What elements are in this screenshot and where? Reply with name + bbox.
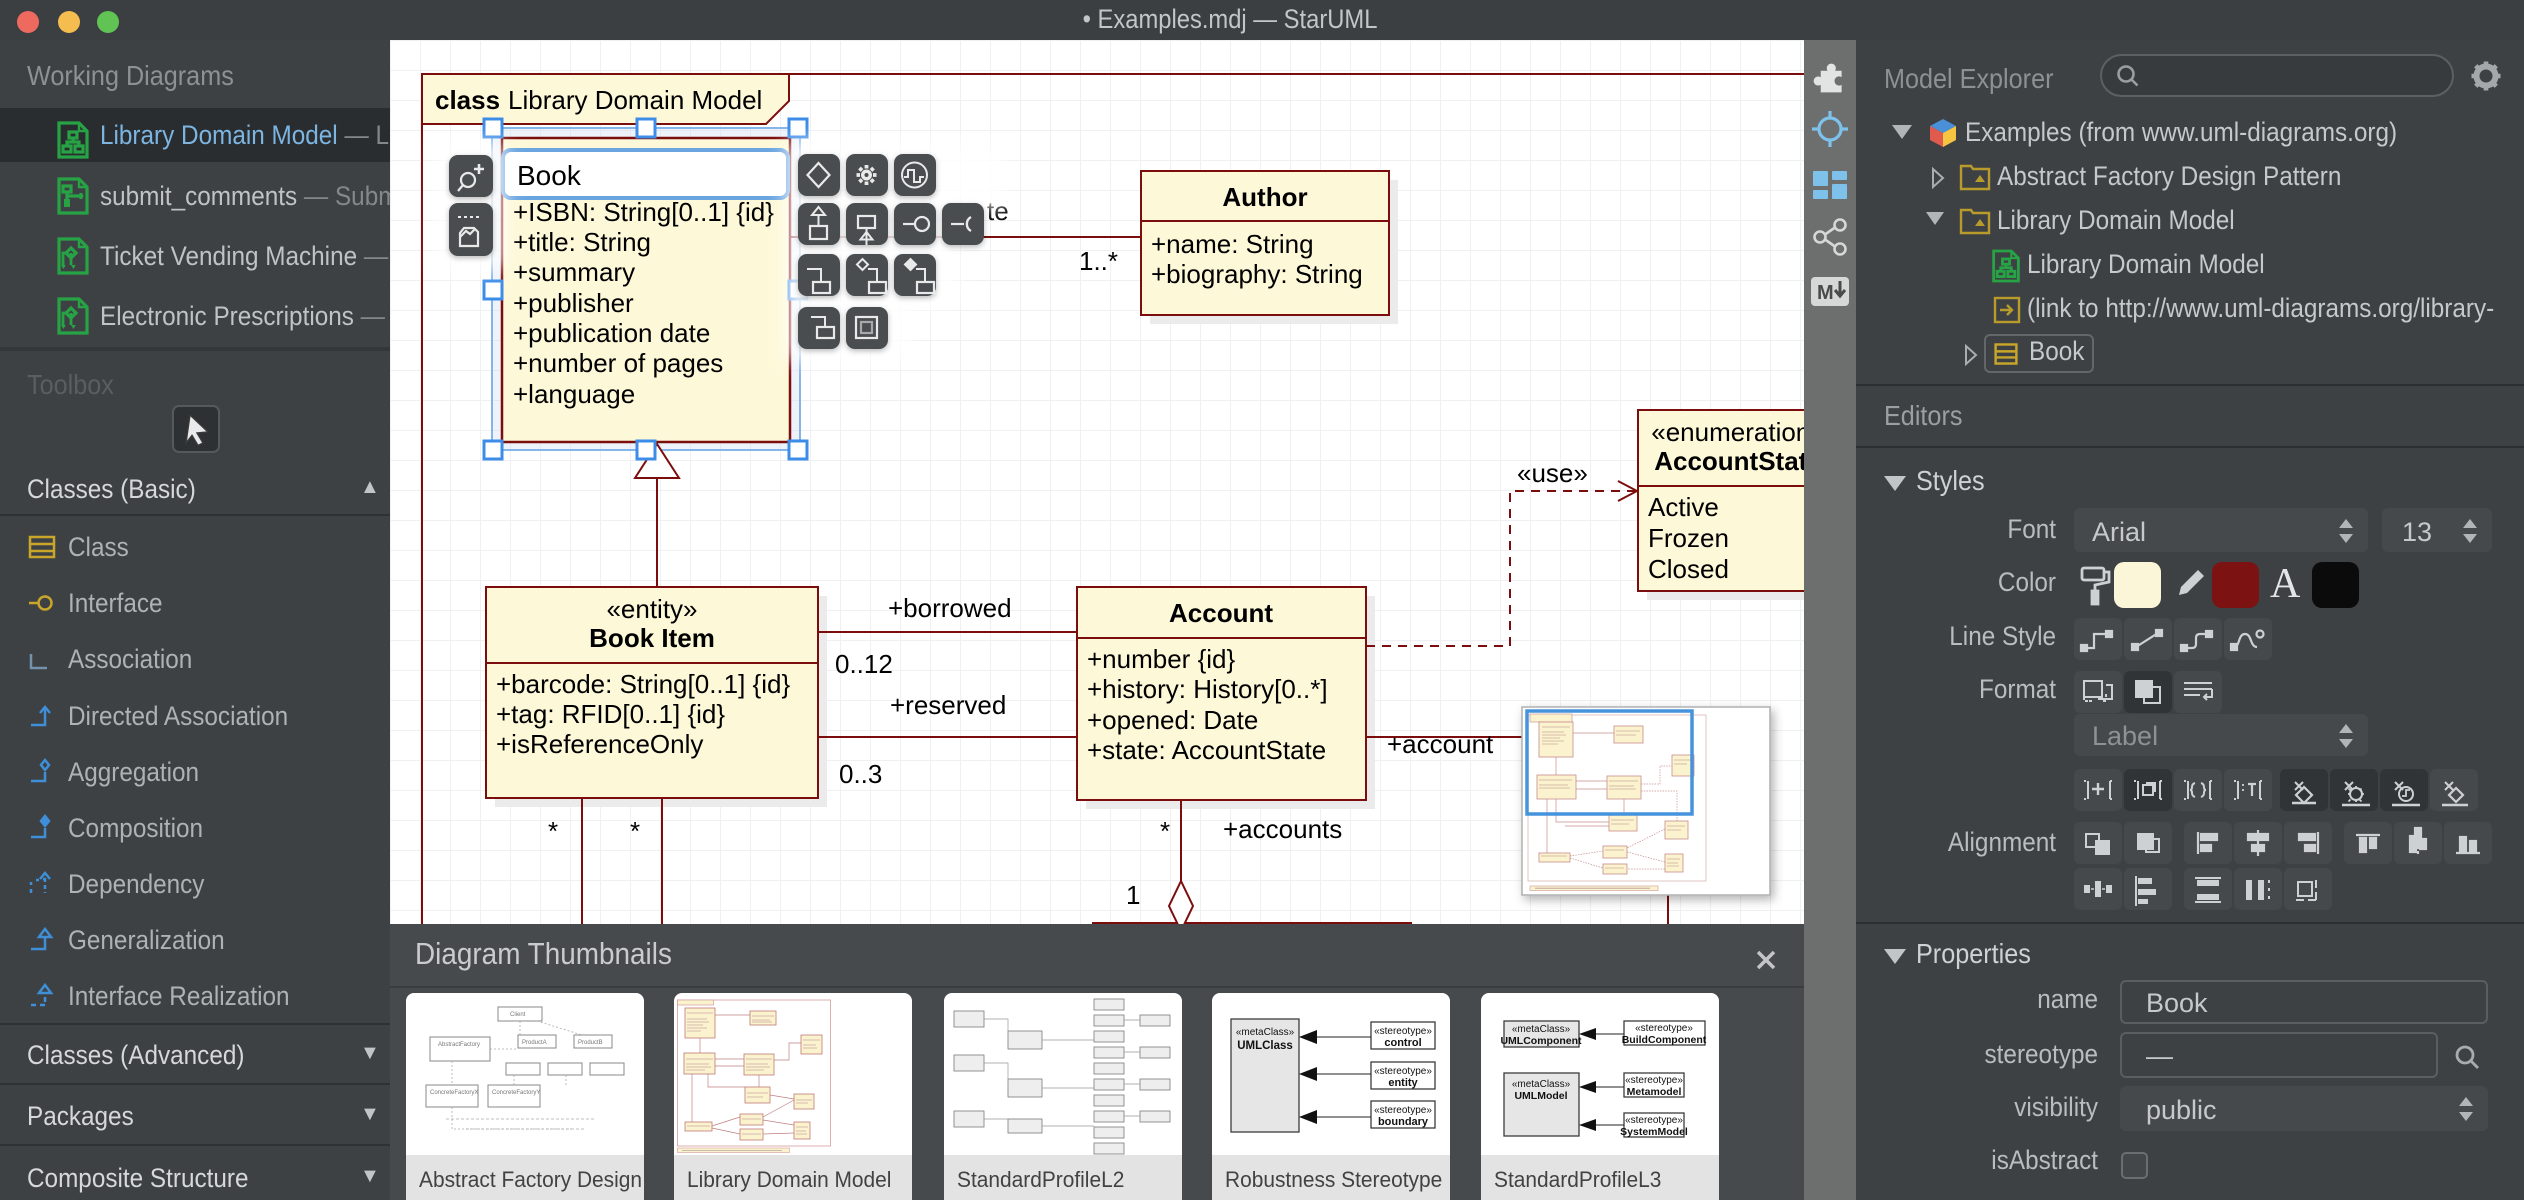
svg-text:ProductA: ProductA <box>522 1040 547 1046</box>
svg-text:1..*: 1..* <box>1079 246 1118 276</box>
svg-text:SystemModel: SystemModel <box>1620 1126 1688 1138</box>
svg-text:class: class <box>435 85 500 115</box>
svg-text:+ISBN: String[0..1] {id}: +ISBN: String[0..1] {id} <box>513 197 774 227</box>
svg-text:Closed: Closed <box>1648 554 1729 584</box>
svg-text:AccountState: AccountState <box>1654 446 1804 476</box>
svg-text:0..3: 0..3 <box>839 759 882 789</box>
svg-text:+isReferenceOnly: +isReferenceOnly <box>496 729 703 759</box>
svg-text:Book: Book <box>517 160 582 191</box>
svg-text:«stereotype»: «stereotype» <box>1635 1023 1693 1034</box>
svg-text:*: * <box>1160 816 1170 846</box>
svg-text:entity: entity <box>1388 1077 1418 1089</box>
svg-text:0..12: 0..12 <box>835 649 893 679</box>
svg-text:«stereotype»: «stereotype» <box>1374 1026 1432 1037</box>
svg-text:+language: +language <box>513 379 635 409</box>
svg-text:+accounts: +accounts <box>1223 814 1342 844</box>
svg-text:+reserved: +reserved <box>890 690 1006 720</box>
svg-text:«metaClass»: «metaClass» <box>1236 1027 1295 1038</box>
svg-text:Book Item: Book Item <box>589 623 715 653</box>
svg-text:AbstractFactory: AbstractFactory <box>438 1042 480 1048</box>
svg-text:*: * <box>630 816 640 846</box>
svg-text:+name: String: +name: String <box>1151 229 1314 259</box>
svg-text:+barcode: String[0..1] {id}: +barcode: String[0..1] {id} <box>496 669 790 699</box>
svg-text:1: 1 <box>1126 880 1140 910</box>
svg-text:Active: Active <box>1648 492 1719 522</box>
svg-text:M: M <box>1817 282 1834 304</box>
svg-text:control: control <box>1384 1037 1421 1049</box>
svg-text:+number {id}: +number {id} <box>1087 644 1235 674</box>
svg-text:*: * <box>548 816 558 846</box>
svg-text:UMLComponent: UMLComponent <box>1500 1035 1582 1047</box>
svg-text:«metaClass»: «metaClass» <box>1512 1024 1571 1035</box>
svg-text:«metaClass»: «metaClass» <box>1512 1079 1571 1090</box>
svg-text:+borrowed: +borrowed <box>888 593 1012 623</box>
svg-text:+biography: String: +biography: String <box>1151 259 1363 289</box>
svg-text:+opened: Date: +opened: Date <box>1087 705 1258 735</box>
svg-text:+history: History[0..*]: +history: History[0..*] <box>1087 674 1328 704</box>
svg-text:Frozen: Frozen <box>1648 523 1729 553</box>
svg-text:BuildComponent: BuildComponent <box>1622 1034 1707 1046</box>
svg-text:Metamodel: Metamodel <box>1627 1086 1682 1098</box>
svg-text:Account: Account <box>1169 598 1273 628</box>
svg-text:«stereotype»: «stereotype» <box>1625 1075 1683 1086</box>
svg-text:Client: Client <box>510 1012 526 1018</box>
svg-text:+number of pages: +number of pages <box>513 348 723 378</box>
svg-text:Author: Author <box>1222 182 1307 212</box>
svg-text:+tag: RFID[0..1] {id}: +tag: RFID[0..1] {id} <box>496 699 725 729</box>
svg-text:Library Domain Model: Library Domain Model <box>508 85 762 115</box>
svg-text:boundary: boundary <box>1378 1116 1429 1128</box>
svg-text:+account: +account <box>1387 729 1494 759</box>
svg-text:ProductB: ProductB <box>578 1040 603 1046</box>
svg-text:ConcreteFactoryY: ConcreteFactoryY <box>492 1090 540 1096</box>
svg-text:ConcreteFactoryX: ConcreteFactoryX <box>430 1090 478 1096</box>
svg-text:«use»: «use» <box>1517 458 1588 488</box>
svg-text:«enumeration»: «enumeration» <box>1651 417 1804 447</box>
svg-text:+summary: +summary <box>513 257 635 287</box>
svg-text:+title: String: +title: String <box>513 227 651 257</box>
svg-text:+state: AccountState: +state: AccountState <box>1087 735 1326 765</box>
svg-text:+publisher: +publisher <box>513 288 634 318</box>
svg-text:UMLClass: UMLClass <box>1237 1040 1293 1052</box>
svg-text:«stereotype»: «stereotype» <box>1374 1105 1432 1116</box>
svg-text:+publication date: +publication date <box>513 318 710 348</box>
svg-text:«entity»: «entity» <box>606 594 697 624</box>
svg-text:«stereotype»: «stereotype» <box>1374 1066 1432 1077</box>
svg-text:UMLModel: UMLModel <box>1514 1090 1567 1102</box>
svg-text:«stereotype»: «stereotype» <box>1625 1115 1683 1126</box>
